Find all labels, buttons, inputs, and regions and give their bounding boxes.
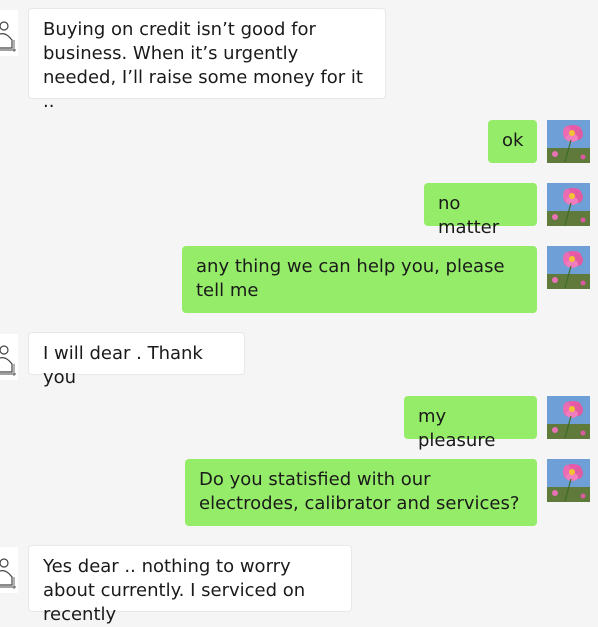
- message-bubble-incoming: I will dear . Thank you: [28, 332, 245, 388]
- pink-cosmos-flower-avatar-icon: [547, 183, 590, 226]
- message-text: Yes dear .. nothing to worry about curre…: [43, 556, 306, 625]
- message-bubble-outgoing: no matter: [424, 183, 537, 238]
- pink-cosmos-flower-avatar-icon: [547, 120, 590, 163]
- pink-cosmos-flower-avatar-icon: [547, 246, 590, 289]
- avatar-self[interactable]: [547, 396, 590, 439]
- avatar-self[interactable]: [547, 120, 590, 163]
- message-text: I will dear . Thank you: [43, 343, 203, 388]
- message-text: Buying on credit isn’t good for business…: [43, 19, 363, 112]
- message-text: no matter: [438, 193, 500, 238]
- avatar-contact[interactable]: [0, 334, 18, 380]
- message-bubble-outgoing: any thing we can help you, please tell m…: [182, 246, 537, 313]
- pink-cosmos-flower-avatar-icon: [547, 396, 590, 439]
- avatar-contact[interactable]: [0, 547, 18, 593]
- sketch-avatar-icon: [0, 334, 18, 380]
- avatar-self[interactable]: [547, 246, 590, 289]
- avatar-contact[interactable]: [0, 10, 18, 56]
- message-bubble-outgoing: ok: [488, 120, 537, 163]
- message-bubble-outgoing: Do you statisfied with our electrodes, c…: [185, 459, 537, 526]
- message-text: ok: [502, 130, 524, 151]
- pink-cosmos-flower-avatar-icon: [547, 459, 590, 502]
- avatar-self[interactable]: [547, 459, 590, 502]
- message-bubble-incoming: Buying on credit isn’t good for business…: [28, 8, 386, 112]
- message-text: Do you statisfied with our electrodes, c…: [199, 469, 520, 514]
- message-bubble-incoming: Yes dear .. nothing to worry about curre…: [28, 545, 352, 625]
- message-text: my pleasure: [418, 406, 496, 451]
- sketch-avatar-icon: [0, 547, 18, 593]
- avatar-self[interactable]: [547, 183, 590, 226]
- sketch-avatar-icon: [0, 10, 18, 56]
- message-text: any thing we can help you, please tell m…: [196, 256, 505, 301]
- message-bubble-outgoing: my pleasure: [404, 396, 537, 451]
